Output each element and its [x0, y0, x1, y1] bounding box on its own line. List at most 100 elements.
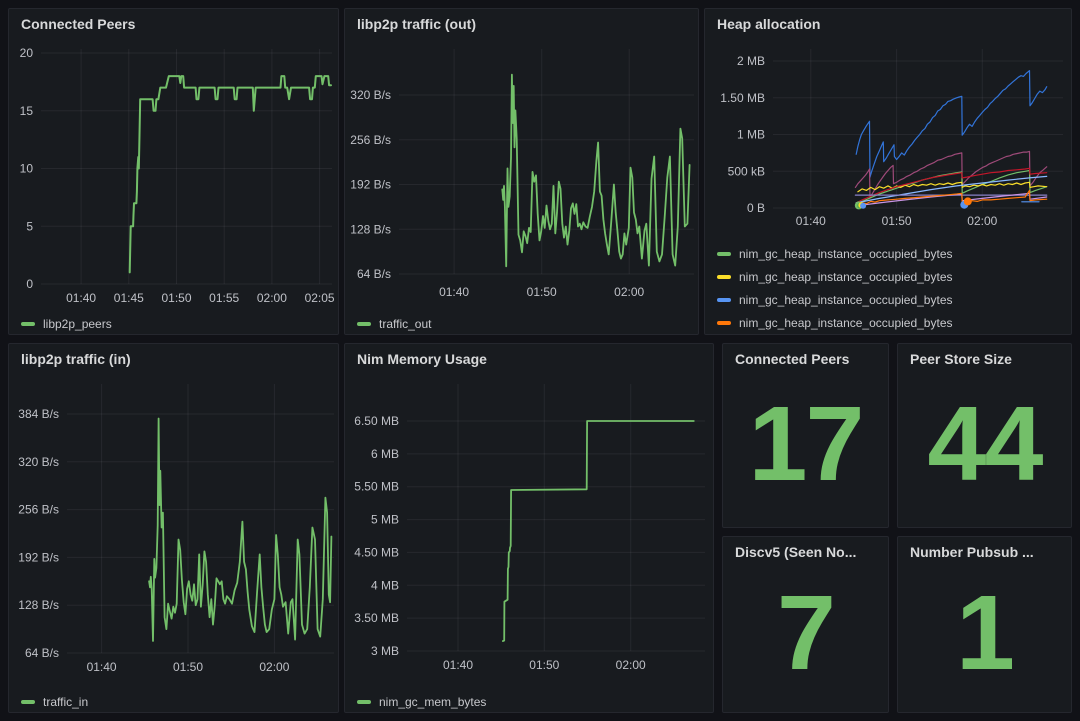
svg-text:3.50 MB: 3.50 MB [354, 611, 399, 625]
legend-series-label: nim_gc_heap_instance_occupied_bytes [739, 317, 953, 329]
panel-title-traffic-out[interactable]: libp2p traffic (out) [345, 9, 698, 39]
legend-item[interactable]: libp2p_peers [21, 312, 112, 335]
legend-series-marker-icon [21, 322, 35, 326]
panel-stat-discv5-seen-nodes: Discv5 (Seen No... 7 [722, 536, 889, 713]
legend-series-marker-icon [357, 322, 371, 326]
legend-series-marker-icon [717, 252, 731, 256]
svg-text:256 B/s: 256 B/s [350, 133, 391, 147]
legend-item[interactable]: traffic_out [357, 312, 431, 335]
svg-text:02:05: 02:05 [305, 291, 335, 305]
panel-title-nim-memory[interactable]: Nim Memory Usage [345, 344, 713, 374]
panel-stat-pubsub-topics: Number Pubsub ... 1 [897, 536, 1072, 713]
legend-series-label: nim_gc_heap_instance_occupied_bytes [739, 294, 953, 306]
svg-text:2 MB: 2 MB [737, 54, 765, 68]
legend-series-marker-icon [357, 700, 371, 704]
legend-item[interactable]: traffic_in [21, 690, 88, 713]
legend-item[interactable]: nim_gc_heap_instance_occupied_bytes [717, 265, 953, 288]
legend-series-label: nim_gc_mem_bytes [379, 696, 486, 708]
svg-text:384 B/s: 384 B/s [18, 407, 59, 421]
svg-text:15: 15 [20, 104, 34, 118]
svg-text:128 B/s: 128 B/s [18, 598, 59, 612]
svg-text:01:50: 01:50 [529, 658, 559, 672]
svg-text:5 MB: 5 MB [371, 513, 399, 527]
series-heap-light-blue [856, 176, 1046, 203]
legend-item[interactable]: nim_gc_mem_bytes [357, 690, 486, 713]
traffic-out-chart[interactable]: 64 B/s128 B/s192 B/s256 B/s320 B/s01:400… [345, 39, 698, 310]
svg-text:256 B/s: 256 B/s [18, 503, 59, 517]
stat-title-discv5[interactable]: Discv5 (Seen No... [723, 537, 888, 567]
gridlines [407, 384, 705, 651]
svg-text:6 MB: 6 MB [371, 447, 399, 461]
legend-series-marker-icon [717, 298, 731, 302]
connected-peers-chart[interactable]: 0510152001:4001:4501:5001:5502:0002:05 [9, 39, 338, 310]
svg-text:3 MB: 3 MB [371, 644, 399, 658]
legend-series-marker-icon [21, 700, 35, 704]
svg-text:01:50: 01:50 [527, 285, 557, 299]
svg-text:320 B/s: 320 B/s [18, 455, 59, 469]
connected-peers-legend: libp2p_peers [9, 310, 338, 334]
series-traffic_in [149, 419, 331, 642]
svg-text:128 B/s: 128 B/s [350, 222, 391, 236]
legend-series-marker-icon [717, 275, 731, 279]
chart-svg[interactable]: 64 B/s128 B/s192 B/s256 B/s320 B/s01:400… [345, 39, 698, 310]
svg-text:4.50 MB: 4.50 MB [354, 545, 399, 559]
svg-text:5.50 MB: 5.50 MB [354, 480, 399, 494]
chart-svg[interactable]: 0510152001:4001:4501:5001:5502:0002:05 [9, 39, 338, 310]
svg-text:0: 0 [26, 277, 33, 291]
panel-nim-memory-usage: Nim Memory Usage 3 MB 3.50 MB 4 MB 4.50 MB 5… [344, 343, 714, 713]
svg-text:64 B/s: 64 B/s [357, 267, 391, 281]
panel-libp2p-traffic-in: libp2p traffic (in) 64 B/s128 B/s192 B/s… [8, 343, 339, 713]
series-point-marker [860, 203, 866, 209]
panel-title-heap-allocation[interactable]: Heap allocation [705, 9, 1071, 39]
svg-text:1 MB: 1 MB [737, 128, 765, 142]
svg-text:01:55: 01:55 [209, 291, 239, 305]
stat-value-peer-store-size: 44 [898, 374, 1071, 527]
svg-text:0 B: 0 B [747, 201, 765, 215]
svg-text:01:50: 01:50 [882, 214, 912, 228]
legend-item[interactable]: nim_gc_heap_instance_occupied_bytes [717, 288, 953, 311]
chart-svg[interactable]: 0 B500 kB1 MB1.50 MB2 MB01:4001:5002:00 [705, 39, 1071, 238]
stat-value-connected-peers: 17 [723, 374, 888, 527]
series-point-marker [964, 197, 972, 205]
svg-text:02:00: 02:00 [614, 285, 644, 299]
svg-text:4 MB: 4 MB [371, 578, 399, 592]
traffic-out-legend: traffic_out [345, 310, 698, 334]
svg-text:01:40: 01:40 [87, 660, 117, 674]
panel-stat-peer-store-size: Peer Store Size 44 [897, 343, 1072, 528]
nim-memory-legend: nim_gc_mem_bytes [345, 688, 713, 712]
svg-text:01:40: 01:40 [796, 214, 826, 228]
panel-connected-peers-graph: Connected Peers 0510152001:4001:4501:500… [8, 8, 339, 335]
series-heap-blue [856, 71, 1046, 178]
panel-title-connected-peers[interactable]: Connected Peers [9, 9, 338, 39]
legend-series-label: libp2p_peers [43, 318, 112, 330]
chart-svg[interactable]: 64 B/s128 B/s192 B/s256 B/s320 B/s384 B/… [9, 374, 338, 688]
stat-title-connected-peers[interactable]: Connected Peers [723, 344, 888, 374]
svg-text:01:50: 01:50 [173, 660, 203, 674]
panel-title-traffic-in[interactable]: libp2p traffic (in) [9, 344, 338, 374]
panel-libp2p-traffic-out: libp2p traffic (out) 64 B/s128 B/s192 B/… [344, 8, 699, 335]
stat-value-discv5: 7 [723, 567, 888, 712]
stat-title-pubsub[interactable]: Number Pubsub ... [898, 537, 1071, 567]
svg-text:500 kB: 500 kB [728, 164, 765, 178]
svg-text:01:40: 01:40 [439, 285, 469, 299]
nim-memory-chart[interactable]: 3 MB3.50 MB4 MB4.50 MB5 MB5.50 MB6 MB6.5… [345, 374, 713, 688]
panel-heap-allocation: Heap allocation 0 B500 kB1 MB1.50 MB2 MB… [704, 8, 1072, 335]
svg-text:20: 20 [20, 46, 34, 60]
legend-item[interactable]: nim_gc_heap_instance_occupied_bytes [717, 242, 953, 265]
legend-item[interactable]: nim_gc_heap_instance_occupied_bytes [717, 311, 953, 334]
traffic-in-chart[interactable]: 64 B/s128 B/s192 B/s256 B/s320 B/s384 B/… [9, 374, 338, 688]
svg-text:02:00: 02:00 [967, 214, 997, 228]
axis-tick-labels: 0510152001:4001:4501:5001:5502:0002:05 [20, 46, 335, 305]
svg-text:02:00: 02:00 [257, 291, 287, 305]
panel-stat-connected-peers: Connected Peers 17 [722, 343, 889, 528]
svg-text:01:40: 01:40 [443, 658, 473, 672]
svg-text:02:00: 02:00 [616, 658, 646, 672]
heap-allocation-chart[interactable]: 0 B500 kB1 MB1.50 MB2 MB01:4001:5002:00 [705, 39, 1071, 238]
stat-title-peer-store-size[interactable]: Peer Store Size [898, 344, 1071, 374]
traffic-in-legend: traffic_in [9, 688, 338, 712]
svg-text:10: 10 [20, 162, 34, 176]
chart-svg[interactable]: 3 MB3.50 MB4 MB4.50 MB5 MB5.50 MB6 MB6.5… [345, 374, 713, 688]
svg-text:01:50: 01:50 [161, 291, 191, 305]
legend-series-label: nim_gc_heap_instance_occupied_bytes [739, 248, 953, 260]
series-traffic_out [502, 75, 689, 267]
